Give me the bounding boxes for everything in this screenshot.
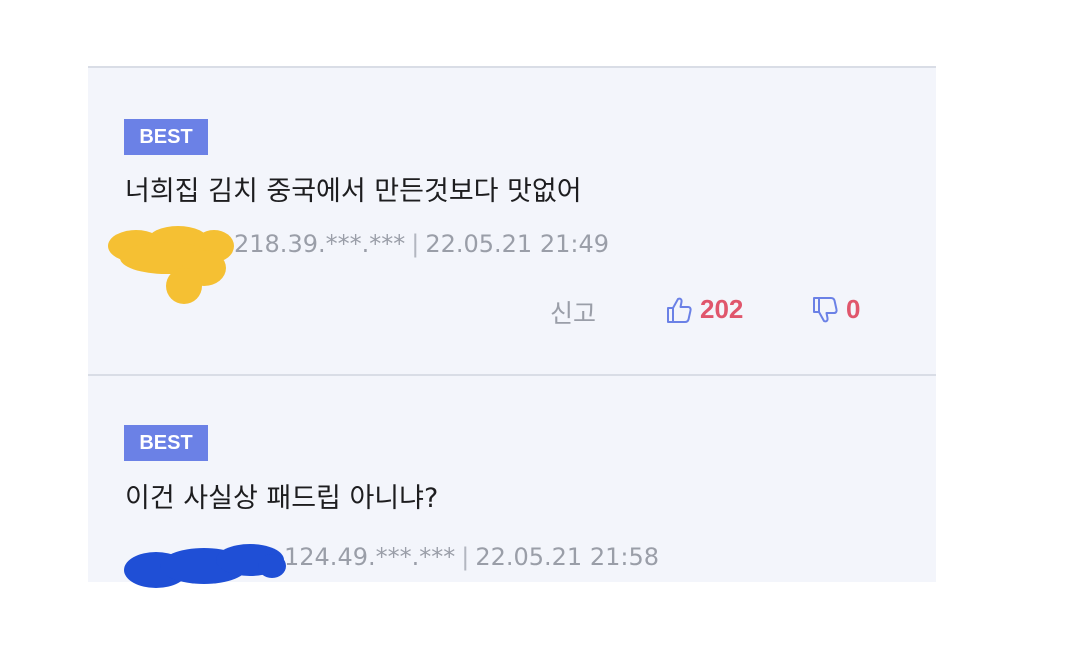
dislike-button[interactable]: 0 xyxy=(810,294,860,325)
dislike-count: 0 xyxy=(846,294,861,324)
like-button[interactable]: 202 xyxy=(664,294,743,325)
comment-actions: 신고 202 0 xyxy=(88,294,936,334)
thumbs-down-icon xyxy=(810,295,840,325)
best-badge: BEST xyxy=(124,425,208,461)
comment-item: BEST 이건 사실상 패드립 아니냐? 124.49.***.*** | 22.0… xyxy=(88,376,936,588)
comment-item: BEST 너희집 김치 중국에서 만든것보다 맛없어 218.39.***.**… xyxy=(88,68,936,374)
comment-text: 너희집 김치 중국에서 만든것보다 맛없어 xyxy=(125,176,582,207)
timestamp: 22.05.21 21:49 xyxy=(425,230,609,258)
best-badge: BEST xyxy=(124,119,208,155)
comment-board: BEST 너희집 김치 중국에서 만든것보다 맛없어 218.39.***.**… xyxy=(88,66,936,588)
ip-address: 124.49.***.*** xyxy=(284,543,456,571)
comment-meta: 124.49.***.*** | 22.05.21 21:58 xyxy=(284,543,659,571)
report-button[interactable]: 신고 xyxy=(550,294,596,330)
author-redaction-scribble xyxy=(124,544,286,588)
comment-text: 이건 사실상 패드립 아니냐? xyxy=(125,483,439,514)
like-count: 202 xyxy=(700,294,744,324)
comment-meta: 218.39.***.*** | 22.05.21 21:49 xyxy=(234,230,609,258)
meta-separator: | xyxy=(411,230,420,258)
thumbs-up-icon xyxy=(664,295,694,325)
timestamp: 22.05.21 21:58 xyxy=(475,543,659,571)
meta-separator: | xyxy=(461,543,470,571)
ip-address: 218.39.***.*** xyxy=(234,230,406,258)
